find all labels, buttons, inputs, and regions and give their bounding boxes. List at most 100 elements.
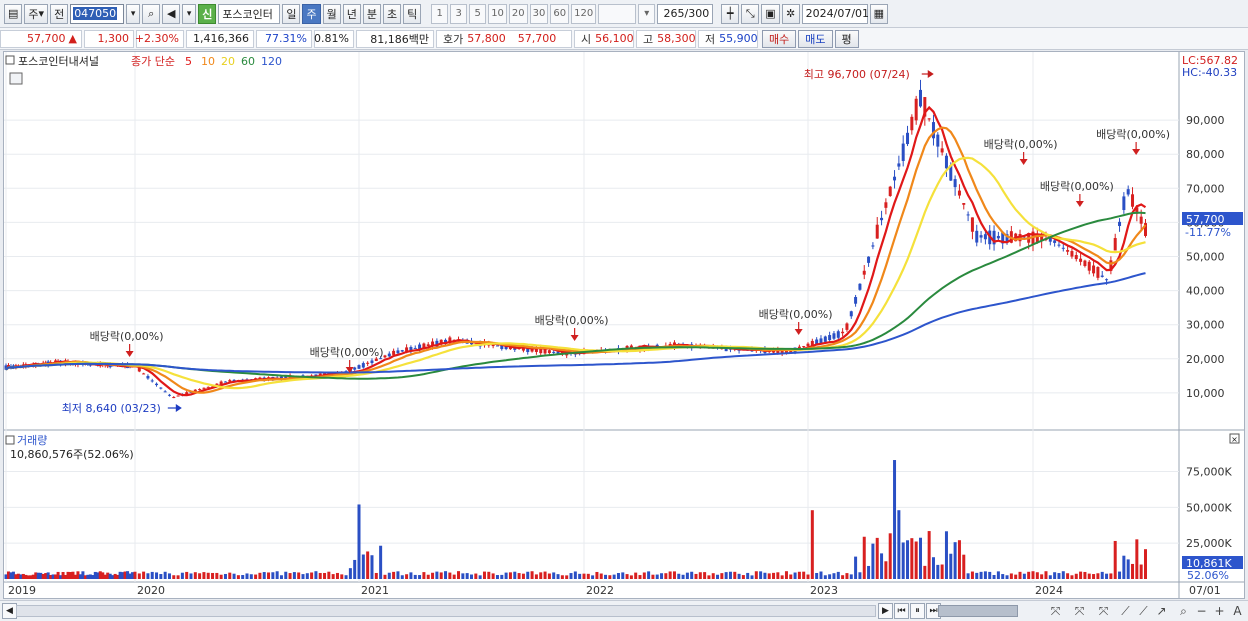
- volume-bar: [556, 574, 560, 579]
- volume-bar: [953, 542, 957, 579]
- candle-body: [1096, 267, 1100, 278]
- interval-1[interactable]: 1: [431, 3, 449, 24]
- count-value: 265: [663, 7, 685, 20]
- price-tick-label: 90,000: [1186, 114, 1225, 127]
- volume-bar: [914, 541, 918, 579]
- volume-bar: [383, 574, 387, 579]
- volume-bar: [223, 573, 227, 579]
- new-badge[interactable]: 신: [198, 3, 217, 24]
- prev-button[interactable]: 전: [50, 3, 69, 24]
- price-tick-label: 80,000: [1186, 148, 1225, 161]
- pause-icon[interactable]: ⏸: [910, 603, 925, 619]
- interval-20[interactable]: 20: [508, 3, 528, 24]
- volume-bar: [552, 572, 556, 579]
- candle-body: [979, 235, 983, 238]
- avg-button[interactable]: 평: [834, 29, 859, 48]
- volume-bar: [452, 574, 456, 579]
- volume-cell: 1,416,366: [186, 29, 254, 48]
- interval-10[interactable]: 10: [488, 3, 507, 24]
- auto-scale-icon[interactable]: A: [1230, 603, 1245, 619]
- zoom-out-icon[interactable]: −: [1194, 603, 1209, 619]
- market-select[interactable]: 주 ▾: [24, 3, 49, 24]
- speaker-icon[interactable]: ◀: [162, 3, 181, 24]
- interval-30[interactable]: 30: [529, 3, 549, 24]
- interval-120[interactable]: 120: [571, 3, 597, 24]
- candle-body: [366, 362, 370, 364]
- scroll-thumb[interactable]: [938, 605, 1018, 617]
- volume-bar: [133, 571, 137, 579]
- table-toggle-icon[interactable]: [9, 72, 23, 85]
- volume-bar: [249, 574, 253, 579]
- cross-tool-icon[interactable]: ⤧: [1048, 603, 1063, 619]
- sell-button[interactable]: 매도: [798, 29, 833, 48]
- volume-bar: [1126, 559, 1130, 579]
- cross-tool-3-icon[interactable]: ⤧: [1096, 603, 1111, 619]
- volume-bar: [189, 573, 193, 579]
- tab-second[interactable]: 초: [382, 3, 402, 24]
- candle-body: [802, 346, 806, 348]
- line-tool-icon[interactable]: ⤡: [741, 3, 760, 24]
- volume-bar: [353, 559, 357, 579]
- volume-bar: [750, 575, 754, 579]
- rewind-icon[interactable]: ⏮: [894, 603, 909, 619]
- play-icon[interactable]: ▶: [878, 603, 893, 619]
- price-chart-svg[interactable]: 배당락(0,00%) 배당락(0,00%) 배당락(0,00%) 배당락(0,00%)…: [4, 52, 1244, 598]
- save-icon[interactable]: ▣: [761, 3, 780, 24]
- calendar-icon[interactable]: ▦: [869, 3, 889, 24]
- volume-bar: [776, 572, 780, 579]
- search-icon[interactable]: ⌕: [142, 3, 161, 24]
- candle-body: [901, 143, 905, 161]
- candle-body: [202, 387, 206, 389]
- open-label: 시: [581, 32, 592, 46]
- volume-bar: [150, 571, 154, 579]
- code-dropdown-icon[interactable]: ▾: [126, 3, 141, 24]
- date-input[interactable]: 2024/07/01: [801, 3, 869, 24]
- volume-bar: [763, 572, 767, 579]
- gear-icon[interactable]: ✲: [781, 3, 800, 24]
- tab-year[interactable]: 년: [342, 3, 361, 24]
- interval-5[interactable]: 5: [469, 3, 487, 24]
- tab-minute[interactable]: 분: [362, 3, 381, 24]
- legend-ma5: 5: [185, 55, 192, 68]
- cross-tool-2-icon[interactable]: ⤧: [1072, 603, 1087, 619]
- stock-name-field[interactable]: 포스코인터: [218, 3, 281, 24]
- volume-bar: [957, 540, 961, 579]
- interval-dropdown-icon[interactable]: ▾: [638, 3, 656, 24]
- tab-day[interactable]: 일: [282, 3, 301, 24]
- candle-body: [858, 283, 862, 290]
- magnifier-icon[interactable]: ⌕: [1176, 603, 1191, 619]
- tab-tick[interactable]: 틱: [403, 3, 422, 24]
- interval-60[interactable]: 60: [550, 3, 570, 24]
- volume-bar: [741, 575, 745, 579]
- volume-bar: [832, 573, 836, 579]
- toolbar: ▤ 주 ▾ 전 047050 ▾ ⌕ ◀ ▾ 신 포스코인터 일 주 월 년 분 …: [0, 0, 1248, 28]
- ruler-icon[interactable]: ↗: [1154, 603, 1169, 619]
- volume-bar: [1083, 571, 1087, 579]
- volume-bar: [569, 573, 573, 579]
- chart-area[interactable]: 배당락(0,00%) 배당락(0,00%) 배당락(0,00%) 배당락(0,00%)…: [3, 51, 1245, 599]
- interval-3[interactable]: 3: [450, 3, 468, 24]
- buy-button[interactable]: 매수: [762, 29, 797, 48]
- volume-bar: [439, 572, 443, 579]
- count-input[interactable]: 265/300: [657, 3, 714, 24]
- volume-value: 1,416,366: [193, 32, 249, 45]
- stock-code-input[interactable]: 047050: [70, 3, 125, 24]
- speaker-dropdown-icon[interactable]: ▾: [182, 3, 197, 24]
- volume-bar: [142, 571, 146, 579]
- zoom-in-icon[interactable]: +: [1212, 603, 1227, 619]
- trend-tool-2-icon[interactable]: ⟋: [1136, 603, 1151, 619]
- price-tick-label: 40,000: [1186, 285, 1225, 298]
- horizontal-scrollbar[interactable]: [16, 605, 876, 617]
- scroll-left-icon[interactable]: ◀: [2, 603, 17, 619]
- volume-bar: [1135, 539, 1139, 579]
- volume-bar: [962, 554, 966, 579]
- tab-week[interactable]: 주: [302, 3, 321, 24]
- interval-custom-input[interactable]: [598, 3, 637, 24]
- candle-type-icon[interactable]: ┿: [721, 3, 740, 24]
- change-pct-cell: +2.30%: [135, 29, 184, 48]
- trend-tool-icon[interactable]: ⟋: [1118, 603, 1133, 619]
- tab-month[interactable]: 월: [322, 3, 341, 24]
- chart-settings-icon[interactable]: ▤: [4, 3, 23, 24]
- volume-bar: [767, 573, 771, 579]
- volume-bar: [949, 553, 953, 579]
